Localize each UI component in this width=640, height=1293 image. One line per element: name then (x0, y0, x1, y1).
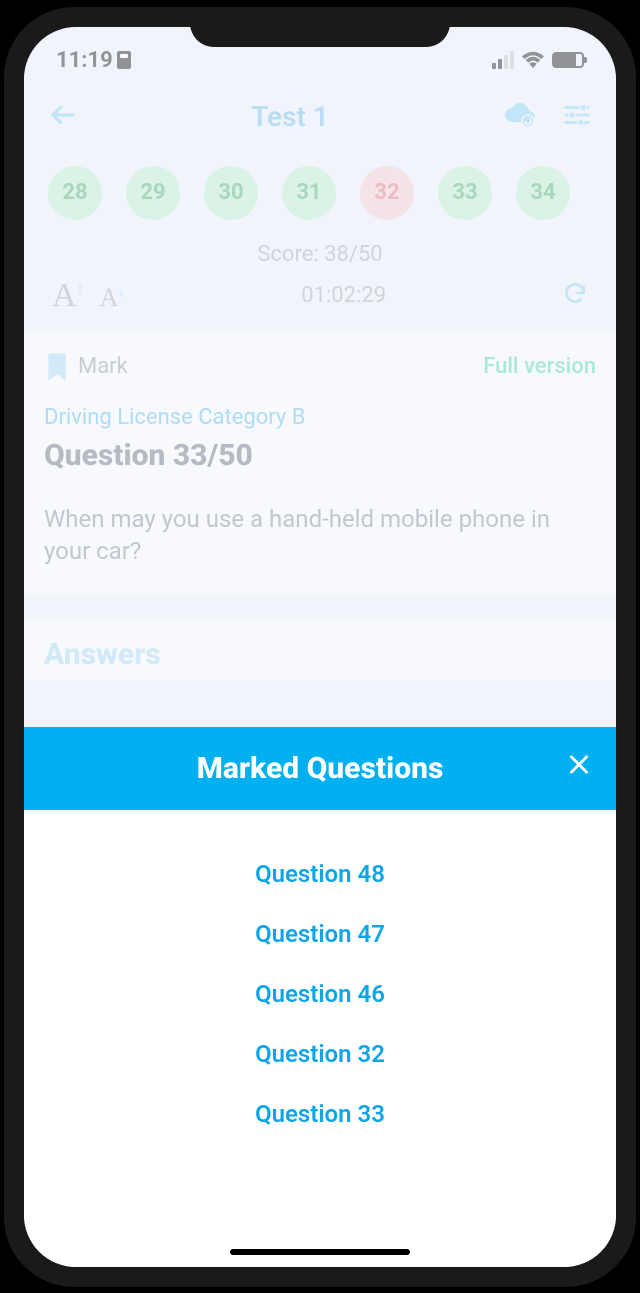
question-chip-28[interactable]: 28 (48, 166, 102, 220)
close-button[interactable] (566, 752, 592, 785)
bookmark-icon (44, 351, 70, 383)
full-version-link[interactable]: Full version (483, 354, 596, 379)
title-area: Test 1 (78, 100, 502, 133)
answers-heading: Answers (24, 619, 616, 680)
back-button[interactable] (48, 100, 78, 134)
marked-question-link[interactable]: Question 33 (24, 1084, 616, 1144)
score-text: Score: 38/50 (24, 230, 616, 271)
reload-icon (562, 280, 588, 306)
battery-icon (552, 52, 584, 68)
question-text: When may you use a hand-held mobile phon… (44, 503, 596, 568)
cloud-sync-icon (502, 100, 536, 130)
screen: 11:19 Test 1 (24, 27, 616, 1267)
app-title: Test 1 (251, 100, 329, 133)
modal-body: Question 48 Question 47 Question 46 Ques… (24, 810, 616, 1144)
question-chip-34[interactable]: 34 (516, 166, 570, 220)
phone-frame: 11:19 Test 1 (4, 7, 636, 1287)
category-text: Driving License Category B (44, 405, 596, 430)
question-title: Question 33/50 (44, 438, 596, 473)
clock-text: 11:19 (56, 48, 113, 73)
home-indicator[interactable] (230, 1249, 410, 1255)
font-increase-button[interactable]: A↑ (52, 277, 84, 315)
close-icon (566, 752, 592, 778)
modal-title: Marked Questions (197, 751, 444, 786)
marked-question-link[interactable]: Question 47 (24, 904, 616, 964)
status-time: 11:19 (56, 48, 131, 73)
sliders-icon (562, 100, 592, 130)
cloud-sync-button[interactable] (502, 100, 536, 134)
marked-question-link[interactable]: Question 46 (24, 964, 616, 1024)
wifi-icon (522, 51, 544, 69)
font-decrease-button[interactable]: A↓ (100, 283, 126, 313)
question-nav[interactable]: 28 29 30 31 32 33 34 (24, 148, 616, 230)
question-chip-30[interactable]: 30 (204, 166, 258, 220)
marked-question-link[interactable]: Question 32 (24, 1024, 616, 1084)
modal-header: Marked Questions (24, 727, 616, 810)
question-chip-31[interactable]: 31 (282, 166, 336, 220)
reload-button[interactable] (562, 280, 588, 312)
id-card-icon (117, 51, 131, 69)
mark-button[interactable]: Mark (44, 351, 128, 383)
arrow-left-icon (48, 100, 78, 130)
spacer (24, 595, 616, 619)
marked-question-link[interactable]: Question 48 (24, 844, 616, 904)
timer-text: 01:02:29 (125, 283, 562, 308)
settings-button[interactable] (562, 100, 592, 134)
status-icons (492, 51, 584, 69)
question-card: Mark Full version Driving License Catego… (24, 331, 616, 596)
mark-label: Mark (78, 354, 128, 379)
notch (190, 7, 450, 47)
timer-row: A↑ A↓ 01:02:29 (24, 271, 616, 331)
question-chip-29[interactable]: 29 (126, 166, 180, 220)
signal-icon (492, 51, 514, 69)
question-chip-33[interactable]: 33 (438, 166, 492, 220)
question-chip-32[interactable]: 32 (360, 166, 414, 220)
app-header: Test 1 (24, 82, 616, 148)
marked-questions-modal: Marked Questions Question 48 Question 47… (24, 727, 616, 1267)
